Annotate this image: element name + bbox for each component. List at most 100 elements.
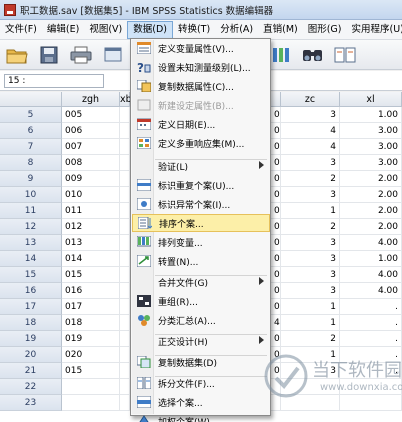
row-number[interactable]: 20 <box>0 347 62 363</box>
cell-xb[interactable] <box>120 347 130 363</box>
cell-zc[interactable]: 2 <box>281 219 340 235</box>
cell-hidden-column[interactable]: 0 <box>271 123 281 139</box>
cell-zc[interactable]: 3 <box>281 187 340 203</box>
row-number[interactable]: 12 <box>0 219 62 235</box>
cell-zc[interactable]: 3 <box>281 155 340 171</box>
row-number[interactable]: 5 <box>0 107 62 123</box>
cell-hidden-column[interactable]: 0 <box>271 107 281 123</box>
data-menu-item[interactable]: 排序个案... <box>132 214 270 232</box>
row-number[interactable]: 21 <box>0 363 62 379</box>
cell-xl[interactable]: . <box>340 331 402 347</box>
column-header-zc[interactable]: zc <box>281 92 340 107</box>
cell-xb[interactable] <box>120 107 130 123</box>
cell-zc[interactable]: 1 <box>281 299 340 315</box>
data-menu-item[interactable]: 分类汇总(A)... <box>132 311 270 329</box>
data-menu-item[interactable]: 复制数据属性(C)... <box>132 77 270 95</box>
menu-view[interactable]: 视图(V) <box>84 21 127 39</box>
cell-zc[interactable]: 1 <box>281 315 340 331</box>
data-menu-item[interactable]: 定义多重响应集(M)... <box>132 134 270 152</box>
cell-xl[interactable]: . <box>340 315 402 331</box>
cell-hidden-column[interactable]: 0 <box>271 235 281 251</box>
cell-hidden-column[interactable]: 4 <box>271 315 281 331</box>
cell-xb[interactable] <box>120 331 130 347</box>
cell-xb[interactable] <box>120 379 130 395</box>
cell-zgh[interactable]: 008 <box>62 155 120 171</box>
cell-xb[interactable] <box>120 283 130 299</box>
cell-hidden-column[interactable]: 0 <box>271 299 281 315</box>
data-menu-item[interactable]: 定义日期(E)... <box>132 115 270 133</box>
cell-zgh[interactable]: 009 <box>62 171 120 187</box>
row-number[interactable]: 13 <box>0 235 62 251</box>
cell-zc[interactable]: 1 <box>281 203 340 219</box>
column-header-xl[interactable]: xl <box>340 92 402 107</box>
cell-xb[interactable] <box>120 315 130 331</box>
cell-zc[interactable]: 2 <box>281 171 340 187</box>
cell-zgh[interactable]: 019 <box>62 331 120 347</box>
cell-xl[interactable]: 3.00 <box>340 155 402 171</box>
cell-zc[interactable]: 3 <box>281 283 340 299</box>
cell-xb[interactable] <box>120 235 130 251</box>
data-menu-item[interactable]: 标识重复个案(U)... <box>132 176 270 194</box>
cell-xb[interactable] <box>120 203 130 219</box>
menu-graphs[interactable]: 图形(G) <box>303 21 347 39</box>
cell-xl[interactable]: 3.00 <box>340 123 402 139</box>
cell-xl[interactable]: 2.00 <box>340 171 402 187</box>
row-number[interactable]: 11 <box>0 203 62 219</box>
cell-xb[interactable] <box>120 363 130 379</box>
cell-zc[interactable]: 3 <box>281 267 340 283</box>
data-menu-item[interactable]: 转置(N)... <box>132 252 270 270</box>
cell-zc[interactable]: 3 <box>281 251 340 267</box>
cell-zgh[interactable]: 017 <box>62 299 120 315</box>
data-menu-item[interactable]: 复制数据集(D) <box>132 353 270 371</box>
cell-hidden-column[interactable]: 0 <box>271 171 281 187</box>
dialog-recall-icon[interactable] <box>100 43 126 67</box>
data-menu-item[interactable]: 验证(L) <box>132 157 270 175</box>
cell-hidden-column[interactable]: 0 <box>271 331 281 347</box>
split-file-icon[interactable] <box>332 43 358 67</box>
data-menu-item[interactable]: 合并文件(G) <box>132 273 270 291</box>
menu-direct-marketing[interactable]: 直销(M) <box>258 21 303 39</box>
data-menu-item[interactable]: 选择个案... <box>132 393 270 411</box>
cell-zgh[interactable] <box>62 379 120 395</box>
menu-utilities[interactable]: 实用程序(U) <box>347 21 402 39</box>
cell-xl[interactable]: 2.00 <box>340 219 402 235</box>
cell-hidden-column[interactable]: 0 <box>271 187 281 203</box>
cell-xb[interactable] <box>120 395 130 411</box>
row-number[interactable]: 19 <box>0 331 62 347</box>
data-menu-item[interactable]: 定义变量属性(V)... <box>132 39 270 57</box>
cell-hidden-column[interactable]: 0 <box>271 203 281 219</box>
cell-zgh[interactable]: 005 <box>62 107 120 123</box>
row-number[interactable]: 8 <box>0 155 62 171</box>
print-icon[interactable] <box>68 43 94 67</box>
cell-zgh[interactable]: 014 <box>62 251 120 267</box>
data-menu-item[interactable]: 拆分文件(F)... <box>132 374 270 392</box>
cell-xb[interactable] <box>120 155 130 171</box>
row-number[interactable]: 16 <box>0 283 62 299</box>
cell-xl[interactable]: 4.00 <box>340 283 402 299</box>
cell-xb[interactable] <box>120 299 130 315</box>
cell-zgh[interactable]: 011 <box>62 203 120 219</box>
cell-xb[interactable] <box>120 123 130 139</box>
cell-xl[interactable]: 1.00 <box>340 251 402 267</box>
column-header-zgh[interactable]: zgh <box>62 92 120 107</box>
cell-zgh[interactable] <box>62 395 120 411</box>
variables-icon[interactable] <box>268 43 294 67</box>
cell-hidden-column[interactable]: 0 <box>271 139 281 155</box>
cell-zgh[interactable]: 007 <box>62 139 120 155</box>
data-menu-item[interactable]: ? 设置未知测量级别(L)... <box>132 58 270 76</box>
cell-zgh[interactable]: 015 <box>62 267 120 283</box>
cell-xl[interactable]: . <box>340 299 402 315</box>
data-menu-item[interactable]: 排列变量... <box>132 233 270 251</box>
data-menu-item[interactable]: 正交设计(H) <box>132 332 270 350</box>
cell-hidden-column[interactable]: 0 <box>271 283 281 299</box>
cell-hidden-column[interactable]: 0 <box>271 155 281 171</box>
row-number[interactable]: 23 <box>0 395 62 411</box>
cell-hidden-column[interactable]: 0 <box>271 219 281 235</box>
column-header-xb[interactable]: xb <box>120 92 132 107</box>
row-number[interactable]: 22 <box>0 379 62 395</box>
save-icon[interactable] <box>36 43 62 67</box>
row-number[interactable]: 15 <box>0 267 62 283</box>
cell-zgh[interactable]: 015 <box>62 363 120 379</box>
data-menu-item[interactable]: 标识异常个案(I)... <box>132 195 270 213</box>
row-number[interactable]: 9 <box>0 171 62 187</box>
